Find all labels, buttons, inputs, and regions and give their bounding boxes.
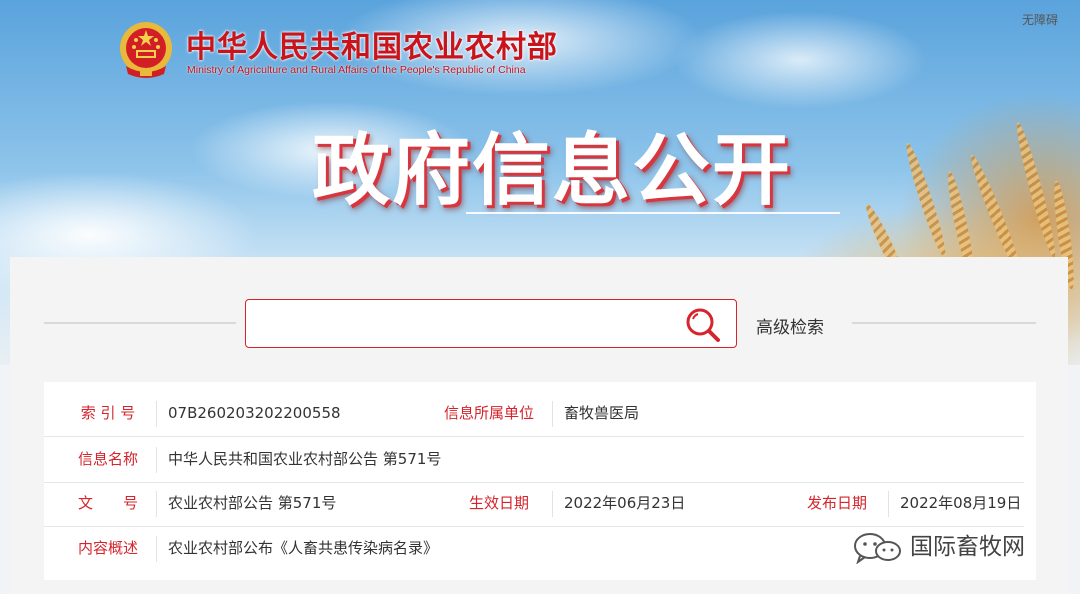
- wheat-decoration: [901, 141, 951, 259]
- effective-date-label: 生效日期: [468, 494, 529, 512]
- index-label: 索 引 号: [80, 404, 136, 422]
- accessibility-link[interactable]: 无障碍: [1022, 11, 1058, 28]
- advanced-search-link[interactable]: 高级检索: [756, 313, 824, 338]
- unit-label: 信息所属单位: [443, 404, 534, 422]
- search-divider-left: [44, 322, 236, 324]
- publish-date-label: 发布日期: [806, 494, 867, 512]
- name-value: 中华人民共和国农业农村部公告 第571号: [168, 450, 442, 468]
- wechat-icon: [854, 533, 901, 564]
- ministry-name-en: Ministry of Agriculture and Rural Affair…: [187, 64, 526, 76]
- column-divider: [888, 491, 889, 517]
- column-divider: [156, 401, 157, 427]
- column-divider: [156, 536, 157, 562]
- unit-value: 畜牧兽医局: [564, 404, 640, 422]
- summary-value: 农业农村部公布《人畜共患传染病名录》: [168, 539, 439, 557]
- name-label: 信息名称: [77, 450, 138, 468]
- doc-number-value: 农业农村部公告 第571号: [168, 494, 337, 512]
- column-divider: [156, 447, 157, 473]
- table-row: 索 引 号 07B260203202200558 信息所属单位 畜牧兽医局: [44, 391, 1024, 437]
- hero-divider: [466, 212, 840, 214]
- index-value: 07B260203202200558: [168, 404, 341, 422]
- column-divider: [156, 491, 157, 517]
- search-divider-right: [852, 322, 1036, 324]
- column-divider: [552, 401, 553, 427]
- summary-label: 内容概述: [77, 539, 138, 557]
- ministry-name-cn[interactable]: 中华人民共和国农业农村部: [186, 22, 558, 66]
- watermark-text: 国际畜牧网: [910, 534, 1025, 560]
- search-input[interactable]: [256, 308, 680, 342]
- effective-date-value: 2022年06月23日: [564, 494, 686, 512]
- table-row: 文 号 农业农村部公告 第571号 生效日期 2022年06月23日 发布日期 …: [44, 481, 1024, 527]
- table-row: 信息名称 中华人民共和国农业农村部公告 第571号: [44, 437, 1024, 483]
- hero-title: 政府信息公开: [312, 126, 793, 216]
- publish-date-value: 2022年08月19日: [900, 494, 1022, 512]
- search-icon[interactable]: [684, 306, 722, 344]
- doc-number-label: 文 号: [77, 494, 138, 512]
- national-emblem-logo[interactable]: [118, 20, 174, 80]
- search-box[interactable]: [245, 299, 737, 348]
- watermark: 国际畜牧网: [852, 530, 1052, 566]
- wheat-decoration: [1012, 120, 1060, 260]
- column-divider: [552, 491, 553, 517]
